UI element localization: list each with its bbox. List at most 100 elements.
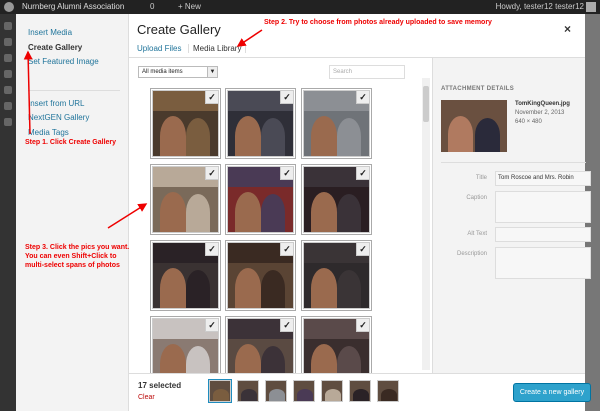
close-icon[interactable]: × [564, 22, 571, 36]
person-shape [260, 118, 286, 156]
attachments-browser: All media items ▼ Search ✓ ✓ ✓ ✓ ✓ ✓ ✓ ✓ ✓ ✓ ✓ ✓ [129, 58, 417, 385]
attachment-thumbnail-item[interactable]: ✓ [227, 242, 294, 309]
person-shape [185, 194, 211, 232]
description-field[interactable] [495, 247, 591, 279]
comments-icon[interactable] [4, 86, 12, 94]
person-shape [475, 117, 501, 152]
comments-count[interactable]: 0 [150, 2, 154, 11]
new-content-link[interactable]: + New [178, 2, 201, 11]
media-filter-select[interactable]: All media items ▼ [138, 66, 218, 78]
clear-selection-link[interactable]: Clear [138, 394, 155, 401]
checkmark-icon[interactable]: ✓ [356, 91, 369, 104]
media-toolbar: All media items ▼ Search [129, 58, 417, 86]
attachment-thumbnail-item[interactable]: ✓ [227, 166, 294, 233]
description-label: Description [456, 251, 487, 257]
title-label: Title [475, 175, 487, 181]
annotation-step3: Step 3. Click the pics you want. You can… [25, 244, 130, 269]
menu-insert-media[interactable]: Insert Media [28, 28, 72, 37]
checkmark-icon[interactable]: ✓ [356, 319, 369, 332]
person-shape [447, 115, 473, 152]
person-shape [260, 270, 286, 308]
menu-insert-from-url[interactable]: Insert from URL [28, 99, 84, 108]
title-field[interactable]: Tom Roscoe and Mrs. Robin [495, 171, 591, 186]
attachment-thumbnail-item[interactable]: ✓ [152, 242, 219, 309]
pages-icon[interactable] [4, 70, 12, 78]
checkmark-icon[interactable]: ✓ [205, 167, 218, 180]
tab-upload-files[interactable]: Upload Files [137, 44, 181, 53]
scrollbar[interactable] [422, 78, 430, 370]
person-shape [325, 389, 341, 401]
checkmark-icon[interactable]: ✓ [356, 167, 369, 180]
person-shape [336, 118, 362, 156]
media-modal: Insert Media Create Gallery Set Featured… [16, 14, 591, 411]
media-icon[interactable] [4, 54, 12, 62]
person-shape [260, 194, 286, 232]
scrollbar-thumb[interactable] [423, 86, 429, 122]
selected-thumbnail[interactable] [377, 380, 399, 402]
person-shape [185, 118, 211, 156]
avatar[interactable] [586, 2, 596, 12]
selected-thumbnail[interactable] [237, 380, 259, 402]
selection-count: 17 selected [138, 381, 182, 390]
person-shape [159, 191, 186, 232]
attachment-thumbnail-item[interactable]: ✓ [303, 166, 370, 233]
admin-bar: Nurnberg Alumni Association 0 + New Howd… [0, 0, 600, 14]
selected-thumbnail[interactable] [321, 380, 343, 402]
menu-separator [28, 90, 120, 91]
person-shape [234, 191, 261, 232]
media-footer: 17 selected Clear Create a new gallery [129, 373, 591, 411]
selected-thumbnail[interactable] [265, 380, 287, 402]
caption-field[interactable] [495, 191, 591, 223]
checkmark-icon[interactable]: ✓ [280, 243, 293, 256]
person-shape [297, 389, 313, 401]
wordpress-logo-icon[interactable] [4, 2, 14, 12]
checkmark-icon[interactable]: ✓ [205, 91, 218, 104]
create-new-gallery-button[interactable]: Create a new gallery [513, 383, 591, 402]
attachment-thumbnail-item[interactable]: ✓ [227, 90, 294, 157]
tab-media-library[interactable]: Media Library [188, 44, 247, 53]
filter-value: All media items [142, 69, 183, 75]
appearance-icon[interactable] [4, 102, 12, 110]
person-shape [336, 194, 362, 232]
attachment-thumbnail [441, 100, 507, 152]
attachment-thumbnail-item[interactable]: ✓ [152, 166, 219, 233]
search-input[interactable]: Search [329, 65, 405, 79]
person-shape [159, 115, 186, 156]
person-shape [353, 389, 369, 401]
person-shape [336, 270, 362, 308]
checkmark-icon[interactable]: ✓ [205, 319, 218, 332]
person-shape [310, 191, 337, 232]
alt-text-label: Alt Text [467, 231, 487, 237]
attachment-thumbnail-item[interactable]: ✓ [152, 90, 219, 157]
person-shape [234, 115, 261, 156]
menu-create-gallery[interactable]: Create Gallery [28, 43, 82, 52]
checkmark-icon[interactable]: ✓ [280, 91, 293, 104]
selected-thumbnail[interactable] [349, 380, 371, 402]
selected-thumbnail[interactable] [293, 380, 315, 402]
attachment-thumbnail-item[interactable]: ✓ [303, 242, 370, 309]
checkmark-icon[interactable]: ✓ [280, 319, 293, 332]
menu-media-tags[interactable]: Media Tags [28, 128, 69, 137]
checkmark-icon[interactable]: ✓ [205, 243, 218, 256]
person-shape [185, 270, 211, 308]
selected-thumbnail[interactable] [209, 380, 231, 402]
person-shape [234, 267, 261, 308]
menu-set-featured-image[interactable]: Set Featured Image [28, 57, 99, 66]
menu-nextgen-gallery[interactable]: NextGEN Gallery [28, 113, 89, 122]
person-shape [310, 267, 337, 308]
dashboard-icon[interactable] [4, 22, 12, 30]
person-shape [310, 115, 337, 156]
person-shape [213, 389, 229, 401]
plugins-icon[interactable] [4, 118, 12, 126]
person-shape [269, 389, 285, 401]
media-menu: Insert Media Create Gallery Set Featured… [16, 14, 129, 411]
attachment-filename: TomKingQueen.jpg [515, 101, 570, 107]
alt-text-field[interactable] [495, 227, 591, 242]
checkmark-icon[interactable]: ✓ [280, 167, 293, 180]
attachment-thumbnail-item[interactable]: ✓ [303, 90, 370, 157]
howdy-user[interactable]: Howdy, tester12 tester12 [496, 2, 584, 11]
site-name-link[interactable]: Nurnberg Alumni Association [22, 2, 124, 11]
new-label: New [184, 2, 201, 11]
posts-icon[interactable] [4, 38, 12, 46]
checkmark-icon[interactable]: ✓ [356, 243, 369, 256]
